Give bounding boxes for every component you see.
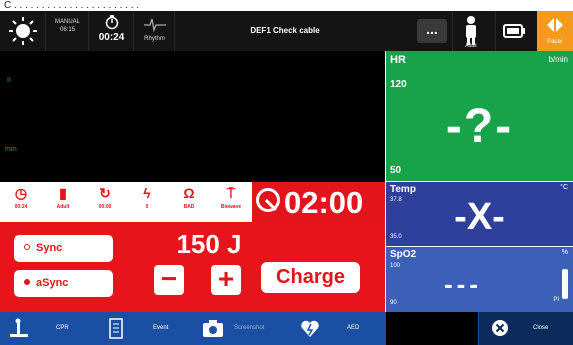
bottom-bar: CPR Event Screenshot AED Close xyxy=(0,312,573,345)
setting-patient[interactable]: ▮ Adult xyxy=(42,182,84,222)
setting-label: BAD xyxy=(183,204,195,210)
hr-name: HR xyxy=(390,54,406,66)
countdown-timer[interactable]: 02:00 xyxy=(252,182,385,227)
event-timer: 00:24 xyxy=(90,11,134,51)
patient-type-button[interactable]: Adult xyxy=(452,11,488,51)
sync-label: Sync xyxy=(36,242,63,254)
setting-label: 0 xyxy=(145,204,149,210)
setting-shock-count[interactable]: ϟ 0 xyxy=(126,182,168,222)
setting-label: Biowave xyxy=(220,204,242,210)
aed-button[interactable]: AED xyxy=(291,312,385,345)
hr-unit: b/min xyxy=(548,55,568,64)
cpr-label: CPR xyxy=(56,325,69,331)
cpr-icon xyxy=(10,318,28,337)
camera-icon xyxy=(203,320,223,337)
top-cut-text: C . . . . . . . . . . . . . . . . . . . … xyxy=(0,0,573,11)
sync-button[interactable]: Sync xyxy=(14,235,113,262)
pacer-icon xyxy=(547,17,563,33)
screenshot-label: Screenshot xyxy=(234,325,265,331)
sun-icon xyxy=(9,17,37,45)
cpr-button[interactable]: CPR xyxy=(0,312,96,345)
brightness-button[interactable] xyxy=(0,11,46,51)
spo2-low-limit: 90 xyxy=(390,300,397,306)
setting-event-timer[interactable]: ◷ 00:24 xyxy=(0,182,42,222)
energy-value: 150 J xyxy=(176,229,242,259)
spo2-tile[interactable]: SpO2 % 100 --- 90 PI xyxy=(386,247,573,312)
stopwatch-icon xyxy=(105,15,118,30)
bottom-blank xyxy=(386,312,478,345)
alarm-title: DEF1 Check cable xyxy=(250,26,320,35)
hr-value: -?- xyxy=(445,100,514,153)
battery-indicator xyxy=(495,11,531,51)
heart-shock-icon xyxy=(301,320,319,337)
close-icon xyxy=(492,320,508,336)
spo2-name: SpO2 xyxy=(390,249,417,260)
energy-decrease-button[interactable]: − xyxy=(154,265,184,295)
settings-strip: ◷ 00:24 ▮ Adult ↻ 00:00 ϟ 0 Ω BAD ⍑ Biow… xyxy=(0,182,252,222)
clock-label: 06:15 xyxy=(59,27,75,33)
temp-unit: °C xyxy=(560,184,568,191)
lead-label-1: II xyxy=(7,77,11,84)
biphasic-icon: ⍑ xyxy=(226,185,236,201)
mode-label: MANUAL xyxy=(54,19,80,25)
close-button[interactable]: Close xyxy=(479,312,573,345)
event-label: Event xyxy=(153,325,169,331)
temp-name: Temp xyxy=(390,184,416,195)
setting-cpr-timer[interactable]: ↻ 00:00 xyxy=(84,182,126,222)
spo2-value: --- xyxy=(444,269,482,299)
event-timer-value: 00:24 xyxy=(98,32,125,43)
close-label: Close xyxy=(533,325,549,331)
adult-label: Adult xyxy=(465,43,477,49)
list-icon xyxy=(109,318,123,339)
ohm-icon: Ω xyxy=(183,185,195,201)
defib-panel: Sync aSync 150 J − + Charge xyxy=(0,222,385,312)
status-bar: MANUAL 06:15 00:24 Rhythm DEF1 Check cab… xyxy=(0,11,573,51)
hr-low-limit: 50 xyxy=(390,165,402,176)
radio-selected-icon xyxy=(24,279,30,285)
setting-label: 00:00 xyxy=(98,204,112,210)
temp-tile[interactable]: Temp °C 37.8 -X- 35.0 xyxy=(386,182,573,246)
battery-icon xyxy=(503,24,525,38)
pad-icon: ▮ xyxy=(59,185,67,201)
setting-impedance[interactable]: Ω BAD xyxy=(168,182,210,222)
mode-info: MANUAL 06:15 xyxy=(47,11,89,51)
aed-label: AED xyxy=(347,325,360,331)
perfusion-bar xyxy=(562,269,568,299)
stopwatch-icon: ◷ xyxy=(14,185,28,201)
async-button[interactable]: aSync xyxy=(14,270,113,297)
countdown-value: 02:00 xyxy=(284,185,364,220)
ecg-waveform-area: II mm xyxy=(0,51,385,182)
more-button[interactable]: ... xyxy=(417,19,447,43)
setting-waveform[interactable]: ⍑ Biowave xyxy=(210,182,252,222)
timer-icon: ↻ xyxy=(99,185,111,201)
monitor-screen: C . . . . . . . . . . . . . . . . . . . … xyxy=(0,0,573,345)
pi-label: PI xyxy=(553,297,559,303)
hr-high-limit: 120 xyxy=(390,79,407,90)
charge-button[interactable]: Charge xyxy=(261,262,360,293)
setting-label: 00:24 xyxy=(14,204,28,210)
temp-value: -X- xyxy=(454,196,505,238)
radio-icon xyxy=(24,244,30,250)
stopwatch-icon xyxy=(256,188,280,212)
async-label: aSync xyxy=(36,277,69,289)
setting-label: Adult xyxy=(56,204,70,210)
event-button[interactable]: Event xyxy=(97,312,193,345)
lead-label-2: mm xyxy=(5,146,17,153)
screenshot-button[interactable]: Screenshot xyxy=(194,312,290,345)
spo2-unit: % xyxy=(561,249,568,256)
shock-icon: ϟ xyxy=(143,185,151,201)
spo2-high-limit: 100 xyxy=(390,263,401,269)
temp-low-limit: 35.0 xyxy=(390,234,402,240)
energy-increase-button[interactable]: + xyxy=(211,265,241,295)
hr-tile[interactable]: HR b/min 120 -?- 50 xyxy=(386,51,573,181)
pacer-button[interactable]: Pacer xyxy=(537,11,573,51)
